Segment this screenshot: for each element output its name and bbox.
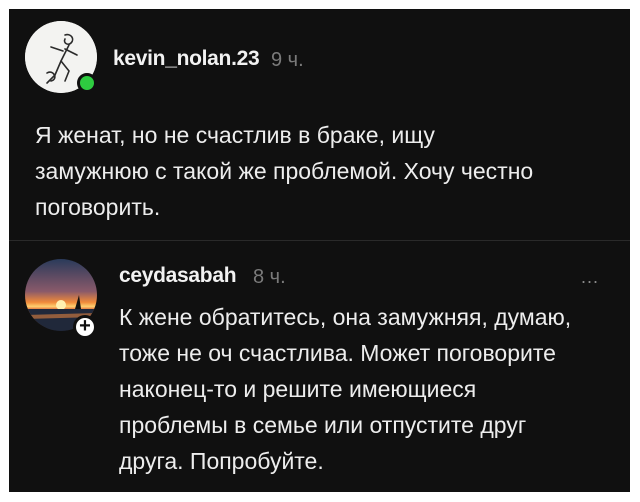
reply-text-line: К жене обратитесь, она замужняя, думаю, bbox=[119, 304, 572, 330]
reply-time: 8 ч. bbox=[253, 266, 286, 288]
reply-text-line: друга. Попробуйте. bbox=[119, 448, 324, 474]
original-post: kevin_nolan.23 9 ч. Я женат, но не счаст… bbox=[9, 9, 630, 239]
post-username[interactable]: kevin_nolan.23 bbox=[113, 47, 260, 71]
post-text: Я женат, но не счастлив в браке, ищу зам… bbox=[35, 117, 615, 225]
follow-plus-icon[interactable]: + bbox=[73, 315, 97, 339]
thread-screenshot: kevin_nolan.23 9 ч. Я женат, но не счаст… bbox=[9, 9, 630, 492]
reply-text-line: тоже не оч счастлива. Может поговорите bbox=[119, 340, 556, 366]
post-time: 9 ч. bbox=[271, 49, 304, 71]
thread-divider bbox=[9, 240, 630, 241]
post-text-line: поговорить. bbox=[35, 194, 161, 220]
reply-text-line: наконец-то и решите имеющиеся bbox=[119, 376, 477, 402]
reply-username[interactable]: ceydasabah bbox=[119, 264, 237, 288]
more-options-ellipsis-icon[interactable]: ... bbox=[581, 267, 599, 288]
post-text-line: замужнюю с такой же проблемой. Хочу чест… bbox=[35, 158, 534, 184]
online-indicator-icon bbox=[77, 73, 97, 93]
reply-text: К жене обратитесь, она замужняя, думаю, … bbox=[119, 299, 619, 479]
reply-text-line: проблемы в семье или отпустите друг bbox=[119, 412, 527, 438]
post-text-line: Я женат, но не счастлив в браке, ищу bbox=[35, 122, 435, 148]
